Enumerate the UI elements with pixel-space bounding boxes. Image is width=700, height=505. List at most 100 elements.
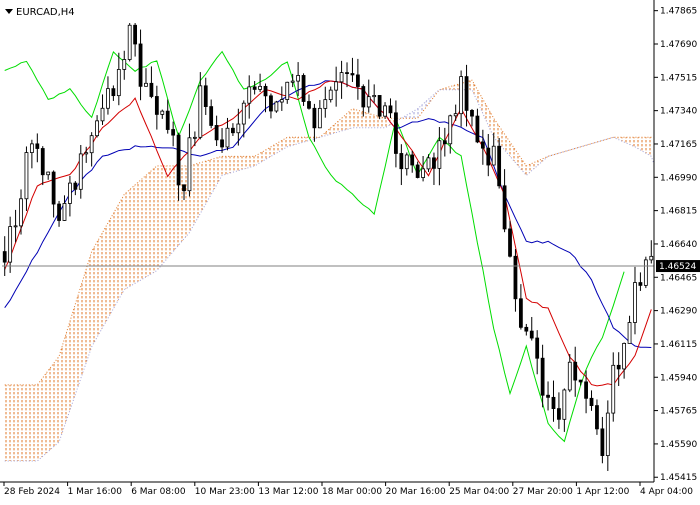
y-tick-label: 1.45590 [660, 440, 697, 450]
y-tick-label: 1.47165 [660, 140, 697, 150]
candle-body [399, 153, 404, 170]
candle-body [497, 145, 502, 187]
candle-body [149, 82, 154, 97]
candle-body [258, 85, 262, 90]
y-tick-label: 1.47690 [660, 40, 697, 50]
x-tick-label: 28 Feb 2024 [4, 487, 60, 497]
candle-body [307, 101, 311, 109]
candlestick-chart[interactable]: 1.47865 1.47690 1.47515 1.47340 1.47165 1.469… [0, 0, 700, 500]
senkou-span-a-line [4, 79, 654, 386]
candle-body [19, 198, 23, 227]
candle-body [236, 123, 241, 134]
candle-body [285, 81, 290, 100]
candle-body [111, 88, 116, 97]
candle-body [508, 228, 512, 257]
x-tick-label: 27 Mar 20:00 [513, 487, 573, 497]
candle-body [442, 140, 447, 145]
price-badge-label: 1.46524 [659, 262, 696, 272]
candle-body [209, 106, 214, 126]
candle-body [100, 107, 105, 122]
x-tick-label: 20 Mar 16:00 [386, 487, 446, 497]
candle-body [176, 134, 181, 186]
candle-body [415, 164, 420, 178]
candle-body [432, 157, 436, 169]
y-tick-label: 1.46990 [660, 173, 697, 183]
candle-body [605, 412, 610, 456]
candle-body [279, 99, 284, 103]
candle-body [62, 203, 67, 221]
candle-body [464, 76, 469, 111]
candle-body [339, 72, 344, 83]
candle-body [540, 357, 545, 396]
candle-body [192, 136, 197, 139]
candle-body [214, 125, 219, 141]
candle-body [524, 326, 529, 332]
candle-body [203, 85, 208, 107]
candle-body [171, 129, 176, 136]
candle-body [350, 73, 355, 76]
x-tick-label: 13 Mar 12:00 [258, 487, 318, 497]
collapse-triangle-icon[interactable] [5, 9, 13, 14]
candle-body [595, 405, 599, 430]
candle-body [160, 110, 165, 115]
candle-body [269, 95, 273, 112]
candle-body [165, 110, 170, 130]
x-tick-label: 1 Apr 12:00 [576, 487, 629, 497]
candle-body [57, 203, 61, 221]
candle-body [421, 168, 425, 178]
y-tick-label: 1.47865 [660, 7, 697, 17]
candle-body [182, 184, 186, 192]
candle-body [557, 408, 561, 420]
candle-body [345, 72, 349, 74]
candle-body [116, 69, 121, 97]
candle-body [2, 251, 7, 263]
candle-body [518, 298, 523, 328]
candle-body [328, 89, 333, 101]
candle-body [84, 152, 89, 155]
x-tick-label: 1 Mar 16:00 [68, 487, 123, 497]
y-tick-label: 1.46290 [660, 307, 697, 317]
candle-body [35, 143, 40, 149]
candle-body [46, 171, 51, 176]
candle-body [78, 153, 83, 190]
candle-body [377, 95, 382, 117]
candle-body [24, 152, 29, 200]
candle-body [535, 337, 540, 359]
candle-body [355, 74, 360, 87]
candle-body [133, 24, 138, 45]
chart-area[interactable]: 1.47865 1.47690 1.47515 1.47340 1.47165 1.469… [0, 0, 700, 500]
candle-body [410, 154, 415, 166]
cloud-bullish-area [4, 108, 402, 462]
y-tick-label: 1.45940 [660, 373, 697, 383]
candle-body [486, 147, 491, 166]
candle-body [633, 282, 637, 323]
candle-body [122, 59, 127, 70]
candle-body [13, 225, 18, 228]
candle-body [366, 96, 371, 108]
candle-body [437, 140, 442, 169]
candle-body [567, 361, 572, 391]
candle-body [475, 115, 480, 143]
candle-body [600, 428, 605, 456]
candle-body [106, 88, 110, 109]
candle-body [301, 75, 306, 102]
y-tick-label: 1.46465 [660, 273, 697, 283]
candle-body [394, 112, 398, 154]
candle-body [448, 115, 453, 145]
candle-body [643, 259, 648, 286]
candle-body [616, 364, 621, 370]
x-tick-label: 6 Mar 08:00 [131, 487, 186, 497]
candle-body [252, 86, 257, 90]
candle-body [388, 105, 393, 114]
price-badge: 1.46524 [656, 260, 700, 273]
candle-body [453, 113, 458, 117]
candle-body [95, 120, 99, 137]
candle-body [323, 99, 328, 109]
candle-body [138, 43, 143, 87]
candle-body [334, 81, 339, 91]
candle-body [622, 342, 627, 370]
y-tick-label: 1.47340 [660, 107, 697, 117]
candle-body [578, 379, 583, 383]
candle-body [225, 127, 230, 148]
cloud-bearish-area [401, 94, 434, 119]
